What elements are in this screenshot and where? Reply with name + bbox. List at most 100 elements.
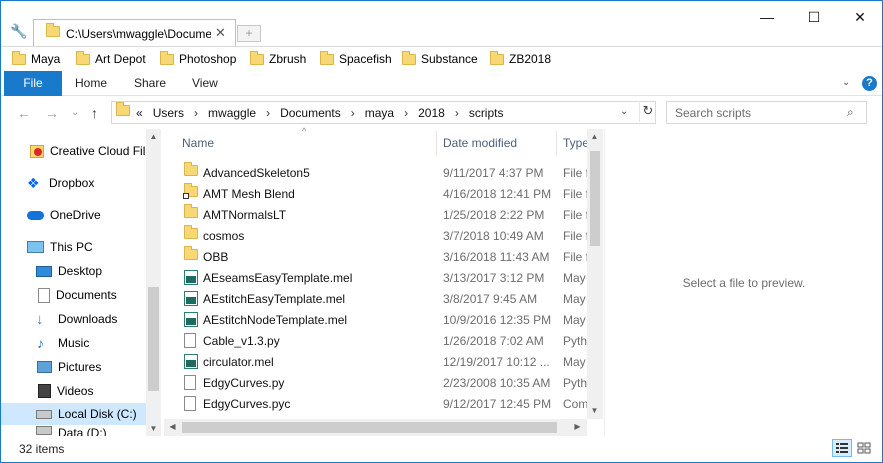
expand-ribbon-icon[interactable]: ⌄ bbox=[842, 77, 850, 88]
bookmark-maya[interactable]: Maya bbox=[12, 50, 60, 67]
column-divider[interactable] bbox=[436, 131, 437, 156]
file-row[interactable]: AMT Mesh Blend 4/16/2018 12:41 PM File f bbox=[164, 183, 587, 204]
help-icon[interactable]: ? bbox=[862, 76, 877, 91]
file-row[interactable]: AMTNormalsLT 1/25/2018 2:22 PM File f bbox=[164, 204, 587, 225]
file-list-horizontal-scrollbar[interactable]: ◀ ▶ bbox=[164, 419, 587, 436]
scroll-down-icon[interactable]: ▼ bbox=[587, 406, 602, 415]
minimize-button[interactable]: — bbox=[744, 3, 790, 31]
breadcrumb-separator-icon[interactable]: › bbox=[194, 106, 198, 120]
bookmark-photoshop[interactable]: Photoshop bbox=[160, 50, 237, 67]
folder-icon bbox=[184, 162, 198, 176]
nav-item-downloads[interactable]: ↓ Downloads bbox=[1, 308, 146, 330]
tab-close-icon[interactable]: ✕ bbox=[215, 25, 226, 41]
file-type: May bbox=[563, 313, 586, 327]
large-icons-view-button[interactable] bbox=[854, 439, 874, 457]
address-bar[interactable]: « Users › mwaggle › Documents › maya › 2… bbox=[111, 101, 656, 124]
file-row[interactable]: AEseamsEasyTemplate.mel 3/13/2017 3:12 PM… bbox=[164, 267, 587, 288]
scroll-right-icon[interactable]: ▶ bbox=[570, 422, 585, 431]
file-tab[interactable]: File bbox=[4, 71, 62, 96]
file-list-hscroll-thumb[interactable] bbox=[182, 422, 557, 433]
breadcrumb-scripts[interactable]: scripts bbox=[469, 106, 504, 120]
file-row[interactable]: EdgyCurves.py 2/23/2008 10:35 AM Pyth bbox=[164, 372, 587, 393]
file-row[interactable]: cosmos 3/7/2018 10:49 AM File f bbox=[164, 225, 587, 246]
breadcrumb-overflow[interactable]: « bbox=[136, 106, 143, 120]
file-date: 12/19/2017 10:12 ... bbox=[443, 355, 550, 369]
forward-button[interactable]: → bbox=[45, 105, 59, 121]
nav-item-pictures[interactable]: Pictures bbox=[1, 356, 146, 378]
maximize-button[interactable]: ☐ bbox=[791, 3, 837, 31]
folder-icon bbox=[116, 102, 130, 116]
bookmark-zb2018[interactable]: ZB2018 bbox=[490, 50, 551, 67]
bookmark-zbrush[interactable]: Zbrush bbox=[250, 50, 306, 67]
up-button[interactable]: ↑ bbox=[91, 105, 98, 121]
column-header-date-modified[interactable]: Date modified bbox=[443, 129, 517, 158]
bookmark-label: Photoshop bbox=[179, 52, 237, 66]
nav-item-data-drive[interactable]: Data (D:) bbox=[1, 426, 146, 436]
breadcrumb-mwaggle[interactable]: mwaggle bbox=[208, 106, 256, 120]
file-row[interactable]: EdgyCurves.pyc 9/12/2017 12:45 PM Com bbox=[164, 393, 587, 414]
breadcrumb-separator-icon[interactable]: › bbox=[351, 106, 355, 120]
navpane-scroll-thumb[interactable] bbox=[148, 287, 159, 391]
scroll-up-icon[interactable]: ▲ bbox=[146, 132, 161, 141]
file-type: File f bbox=[563, 187, 587, 201]
bookmark-spacefish[interactable]: Spacefish bbox=[320, 50, 392, 67]
file-name: cosmos bbox=[203, 229, 245, 243]
nav-item-label: OneDrive bbox=[50, 208, 101, 222]
nav-item-this-pc[interactable]: This PC bbox=[1, 236, 146, 258]
details-view-button[interactable] bbox=[832, 439, 852, 457]
breadcrumb-separator-icon[interactable]: › bbox=[266, 106, 270, 120]
close-button[interactable]: ✕ bbox=[837, 3, 882, 31]
new-tab-button[interactable]: + bbox=[237, 25, 261, 42]
refresh-button[interactable]: ↻ bbox=[639, 103, 656, 122]
navpane-scrollbar[interactable]: ▲ ▼ bbox=[146, 129, 161, 436]
scroll-down-icon[interactable]: ▼ bbox=[146, 424, 161, 433]
tab-share[interactable]: Share bbox=[134, 71, 166, 96]
nav-item-music[interactable]: ♪ Music bbox=[1, 332, 146, 354]
column-header-name[interactable]: Name bbox=[182, 129, 214, 158]
recent-locations-button[interactable]: ⌄ bbox=[71, 107, 79, 118]
back-button[interactable]: ← bbox=[17, 105, 31, 121]
tab-view[interactable]: View bbox=[192, 71, 218, 96]
nav-item-label: Downloads bbox=[58, 312, 118, 326]
compiled-python-file-icon bbox=[184, 396, 196, 411]
file-row[interactable]: Cable_v1.3.py 1/26/2018 7:02 AM Pyth bbox=[164, 330, 587, 351]
bookmark-substance[interactable]: Substance bbox=[402, 50, 478, 67]
nav-item-creative-cloud[interactable]: Creative Cloud Fil bbox=[1, 140, 146, 162]
breadcrumb-maya[interactable]: maya bbox=[365, 106, 394, 120]
bookmark-label: Spacefish bbox=[339, 52, 392, 66]
breadcrumb-separator-icon[interactable]: › bbox=[455, 106, 459, 120]
file-date: 9/11/2017 4:37 PM bbox=[443, 166, 544, 180]
file-row[interactable]: AEstitchEasyTemplate.mel 3/8/2017 9:45 AM… bbox=[164, 288, 587, 309]
file-name: circulator.mel bbox=[203, 355, 274, 369]
nav-item-documents[interactable]: Documents bbox=[1, 284, 146, 306]
file-row[interactable]: circulator.mel 12/19/2017 10:12 ... May bbox=[164, 351, 587, 372]
nav-item-onedrive[interactable]: OneDrive bbox=[1, 204, 146, 226]
breadcrumb-documents[interactable]: Documents bbox=[280, 106, 341, 120]
column-header-type[interactable]: Type bbox=[563, 129, 587, 158]
file-type: May bbox=[563, 355, 586, 369]
breadcrumb-users[interactable]: Users bbox=[153, 106, 184, 120]
file-row[interactable]: AdvancedSkeleton5 9/11/2017 4:37 PM File f bbox=[164, 162, 587, 183]
nav-item-label: This PC bbox=[50, 240, 93, 254]
nav-item-local-disk[interactable]: Local Disk (C:) bbox=[1, 403, 146, 425]
breadcrumb-2018[interactable]: 2018 bbox=[418, 106, 445, 120]
scroll-up-icon[interactable]: ▲ bbox=[587, 132, 602, 141]
file-list-vertical-scrollbar[interactable]: ▲ ▼ bbox=[587, 129, 603, 419]
file-row[interactable]: AEstitchNodeTemplate.mel 10/9/2016 12:35 … bbox=[164, 309, 587, 330]
wrench-icon[interactable]: 🔧 bbox=[10, 23, 27, 40]
column-divider[interactable] bbox=[556, 131, 557, 156]
python-file-icon bbox=[184, 333, 196, 348]
search-box[interactable]: Search scripts ⌕ bbox=[666, 101, 867, 124]
nav-item-videos[interactable]: Videos bbox=[1, 380, 146, 402]
file-row[interactable]: OBB 3/16/2018 11:43 AM File f bbox=[164, 246, 587, 267]
address-dropdown-icon[interactable]: ⌄ bbox=[620, 106, 628, 117]
nav-item-dropbox[interactable]: ❖ Dropbox bbox=[1, 172, 146, 194]
file-type: May bbox=[563, 292, 586, 306]
tab-scripts[interactable]: C:\Users\mwaggle\Documents\maya\2018\scr… bbox=[33, 19, 236, 46]
file-list-scroll-thumb[interactable] bbox=[590, 151, 600, 246]
tab-home[interactable]: Home bbox=[75, 71, 107, 96]
bookmark-art-depot[interactable]: Art Depot bbox=[76, 50, 146, 67]
nav-item-desktop[interactable]: Desktop bbox=[1, 260, 146, 282]
scroll-left-icon[interactable]: ◀ bbox=[165, 422, 180, 431]
breadcrumb-separator-icon[interactable]: › bbox=[404, 106, 408, 120]
